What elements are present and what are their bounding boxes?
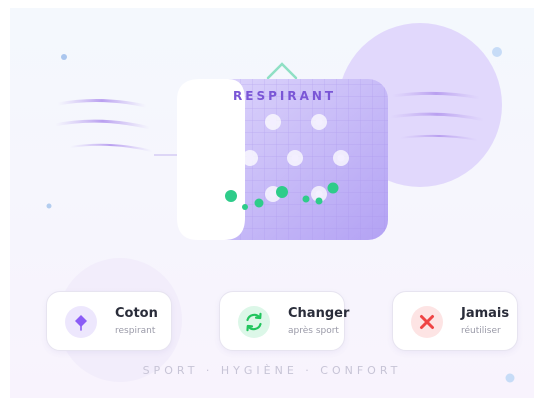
fabric-fold	[177, 79, 245, 240]
decorative-dot	[61, 54, 67, 60]
feature-subtitle: respirant	[115, 326, 156, 336]
close-icon	[411, 306, 443, 338]
feature-card-change: Changer après sport	[219, 291, 349, 351]
fabric-label: RESPIRANT	[233, 89, 337, 103]
feature-title: Jamais	[461, 306, 510, 321]
tagline: SPORT · HYGIÈNE · CONFORT	[142, 364, 402, 377]
feature-subtitle: réutiliser	[461, 326, 501, 336]
illustration-canvas: RESPIRANT Coton respirant Changer après …	[0, 0, 544, 406]
feature-title: Coton	[115, 306, 158, 321]
cotton-flower-icon	[65, 306, 97, 338]
feature-title: Changer	[288, 306, 350, 321]
feature-card-cotton: Coton respirant	[46, 291, 172, 351]
feature-subtitle: après sport	[288, 326, 339, 336]
decorative-dot	[46, 203, 52, 209]
refresh-icon	[238, 306, 270, 338]
feature-card-never: Jamais réutiliser	[392, 291, 518, 351]
decorative-dot	[492, 47, 502, 57]
